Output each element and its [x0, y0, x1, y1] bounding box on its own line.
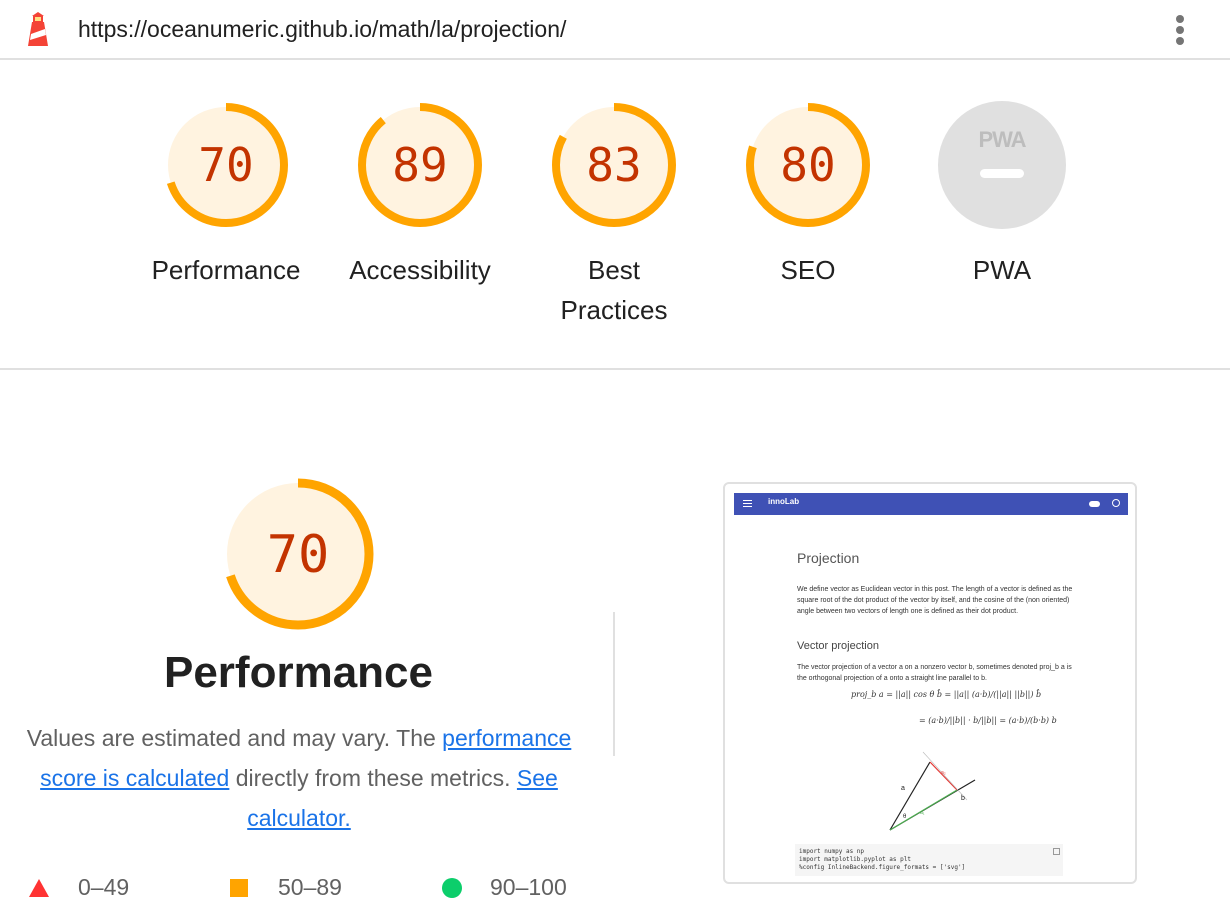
thumb-fig-a: a: [901, 785, 905, 792]
pass-circle-icon: [442, 878, 462, 898]
page-url: https://oceanumeric.github.io/math/la/pr…: [78, 16, 567, 42]
legend-fail-range: 0–49: [78, 874, 130, 900]
pwa-na-dash: [980, 169, 1024, 178]
desc-text-2: directly from these metrics.: [229, 765, 517, 791]
thumb-heading-2: Vector projection: [797, 640, 879, 652]
top-bar: https://oceanumeric.github.io/math/la/pr…: [0, 0, 1230, 60]
performance-title: Performance: [163, 648, 433, 697]
fail-triangle-icon: [29, 879, 49, 897]
thumb-search-icon: [1112, 499, 1120, 507]
thumb-menu-icon: [743, 500, 752, 509]
thumb-code-line-3: %config InlineBackend.figure_formats = […: [799, 864, 966, 871]
performance-description: Values are estimated and may vary. The p…: [14, 718, 584, 838]
thumb-app-name: innoLab: [768, 497, 800, 506]
gauge-performance-ring: 70: [164, 103, 288, 227]
gauge-pwa-ring: PWA: [938, 101, 1066, 229]
gauge-best-practices-label: Best Practices: [560, 255, 668, 325]
gauge-pwa-label: PWA: [972, 255, 1032, 285]
gauge-pwa[interactable]: PWA PWA: [907, 100, 1097, 290]
average-square-icon: [230, 879, 248, 897]
thumb-fig-a1: a₁: [920, 810, 925, 816]
gauge-seo-score: 80: [780, 138, 835, 192]
thumb-code-line-1: import numpy as np: [799, 848, 865, 855]
gauge-accessibility-ring: 89: [358, 103, 482, 227]
legend-average-range: 50–89: [278, 874, 342, 900]
thumb-paragraph-2: The vector projection of a vector a on a…: [797, 664, 1072, 682]
gauge-performance[interactable]: 70 Performance: [131, 100, 321, 290]
score-gauges: 70 Performance 89 Accessibility 83 Best …: [0, 62, 1230, 370]
thumb-title: Projection: [797, 550, 860, 566]
thumb-equation-1: proj_b a = ||a|| cos θ b̂ = ||a|| (a·b)/…: [851, 690, 1042, 699]
thumb-paragraph-1: We define vector as Euclidean vector in …: [797, 586, 1073, 615]
gauge-accessibility[interactable]: 89 Accessibility: [325, 100, 515, 290]
gauge-performance-label: Performance: [151, 255, 301, 285]
thumb-fig-b: b: [961, 795, 965, 802]
performance-main-score: 70: [267, 525, 330, 585]
pwa-badge-icon: PWA: [978, 127, 1026, 152]
thumb-projection-figure: a b a₁ a₂ θ: [889, 751, 976, 831]
thumb-code-line-2: import matplotlib.pyplot as plt: [799, 856, 911, 863]
thumb-app-bar: innoLab: [734, 493, 1128, 515]
kebab-menu-icon[interactable]: [1170, 12, 1190, 48]
gauge-seo-ring: 80: [746, 103, 870, 227]
thumb-fig-a2: a₂: [941, 770, 946, 776]
gauge-seo-label: SEO: [780, 255, 836, 285]
thumb-toggle-icon: [1089, 501, 1100, 507]
page-screenshot-thumbnail[interactable]: innoLab Projection We define vector as E…: [723, 482, 1137, 884]
gauge-best-practices-score: 83: [586, 138, 641, 192]
thumb-code-block: import numpy as np import matplotlib.pyp…: [795, 844, 1063, 876]
gauge-accessibility-label: Accessibility: [349, 255, 491, 285]
vertical-divider: [613, 612, 615, 756]
thumb-copy-icon: [1053, 848, 1060, 855]
gauge-best-practices[interactable]: 83 Best Practices: [519, 100, 709, 330]
performance-main-gauge: 70: [222, 478, 374, 630]
desc-text-1: Values are estimated and may vary. The: [26, 725, 443, 751]
gauge-seo[interactable]: 80 SEO: [713, 100, 903, 290]
lighthouse-icon: [28, 12, 48, 46]
thumb-equation-2: = (a·b)/||b|| · b/||b|| = (a·b)/(b·b) b: [919, 716, 1057, 725]
legend-pass-range: 90–100: [490, 874, 567, 900]
gauge-accessibility-score: 89: [392, 138, 447, 192]
gauge-best-practices-ring: 83: [552, 103, 676, 227]
gauge-performance-score: 70: [198, 138, 253, 192]
thumb-fig-theta: θ: [903, 814, 907, 820]
